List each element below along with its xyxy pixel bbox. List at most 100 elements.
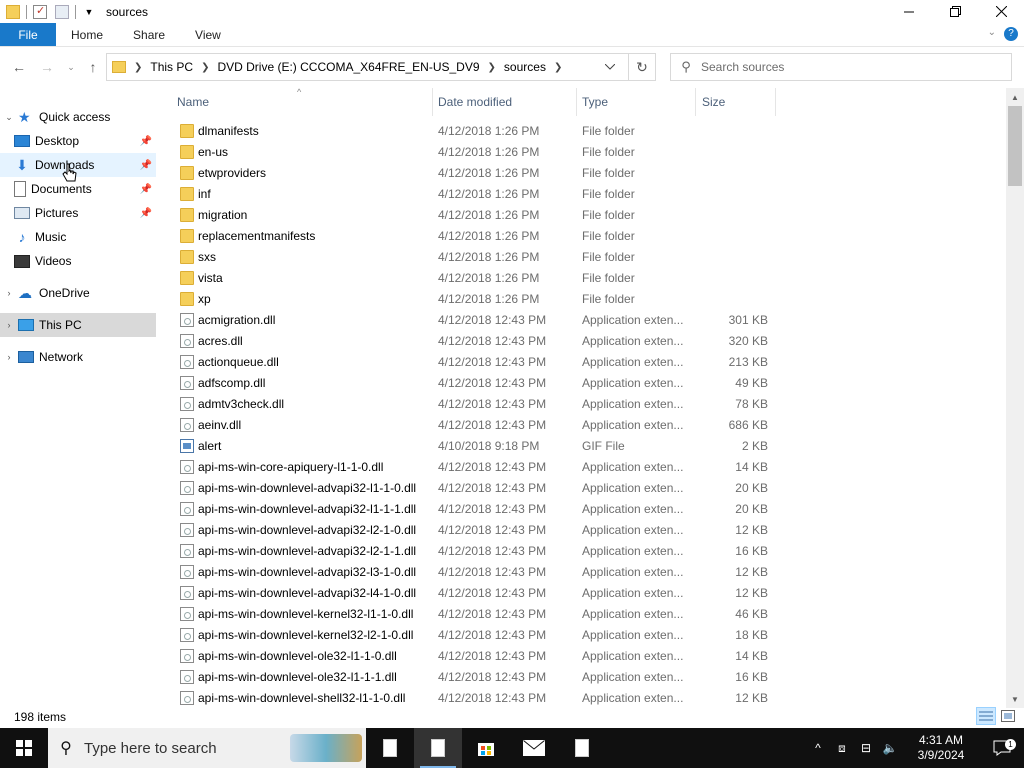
tab-file[interactable]: File: [0, 23, 56, 46]
table-row[interactable]: api-ms-win-downlevel-advapi32-l2-1-1.dll…: [160, 541, 1006, 562]
column-divider[interactable]: [432, 88, 433, 116]
table-row[interactable]: alert 4/10/2018 9:18 PM GIF File 2 KB: [160, 436, 1006, 457]
table-row[interactable]: api-ms-win-downlevel-kernel32-l1-1-0.dll…: [160, 604, 1006, 625]
nav-item-pictures[interactable]: Pictures 📌: [0, 201, 156, 225]
table-row[interactable]: acres.dll 4/12/2018 12:43 PM Application e…: [160, 331, 1006, 352]
dll-file-icon: [180, 628, 194, 642]
details-view-button[interactable]: [976, 707, 996, 725]
table-row[interactable]: api-ms-win-downlevel-advapi32-l1-1-0.dll…: [160, 478, 1006, 499]
refresh-button[interactable]: ↻: [628, 53, 656, 81]
dll-file-icon: [180, 691, 194, 705]
table-row[interactable]: api-ms-win-core-apiquery-l1-1-0.dll 4/12/…: [160, 457, 1006, 478]
table-row[interactable]: migration 4/12/2018 1:26 PM File folder: [160, 205, 1006, 226]
column-divider[interactable]: [775, 88, 776, 116]
tab-view[interactable]: View: [180, 23, 236, 46]
table-row[interactable]: api-ms-win-downlevel-advapi32-l4-1-0.dll…: [160, 583, 1006, 604]
collapsed-chevron-icon[interactable]: ›: [0, 352, 18, 362]
taskbar-app-mail[interactable]: [510, 728, 558, 768]
table-row[interactable]: acmigration.dll 4/12/2018 12:43 PM Applica…: [160, 310, 1006, 331]
nav-item-music[interactable]: ♪ Music: [0, 225, 156, 249]
table-row[interactable]: api-ms-win-downlevel-advapi32-l1-1-1.dll…: [160, 499, 1006, 520]
table-row[interactable]: admtv3check.dll 4/12/2018 12:43 PM Applica…: [160, 394, 1006, 415]
up-button[interactable]: ↑: [84, 57, 102, 77]
customize-toolbar-dropdown-icon[interactable]: ▼: [82, 5, 96, 19]
column-header-name[interactable]: Name: [177, 88, 209, 116]
scrollbar-thumb[interactable]: [1008, 106, 1022, 186]
expanded-chevron-icon[interactable]: ⌄: [0, 112, 18, 123]
table-row[interactable]: adfscomp.dll 4/12/2018 12:43 PM Applicatio…: [160, 373, 1006, 394]
file-type: File folder: [582, 292, 635, 306]
file-type: Application exten...: [582, 544, 684, 558]
file-name: api-ms-win-downlevel-advapi32-l3-1-0.dll: [198, 565, 417, 579]
nav-item-desktop[interactable]: Desktop 📌: [0, 129, 156, 153]
taskbar-app-store[interactable]: [462, 728, 510, 768]
table-row[interactable]: api-ms-win-downlevel-advapi32-l3-1-0.dll…: [160, 562, 1006, 583]
large-icons-view-button[interactable]: [998, 707, 1018, 725]
table-row[interactable]: inf 4/12/2018 1:26 PM File folder: [160, 184, 1006, 205]
clock[interactable]: 4:31 AM 3/9/2024: [902, 733, 980, 763]
back-button[interactable]: ←: [10, 57, 28, 77]
show-hidden-icons-icon[interactable]: ^: [806, 741, 830, 755]
table-row[interactable]: api-ms-win-downlevel-ole32-l1-1-0.dll 4/1…: [160, 646, 1006, 667]
address-history-dropdown[interactable]: [595, 54, 625, 80]
table-row[interactable]: dlmanifests 4/12/2018 1:26 PM File folder: [160, 121, 1006, 142]
column-header-type[interactable]: Type: [582, 88, 608, 116]
new-folder-icon[interactable]: [55, 4, 69, 19]
nav-item-network[interactable]: › Network: [0, 345, 156, 369]
help-icon[interactable]: ?: [1004, 27, 1018, 41]
table-row[interactable]: api-ms-win-downlevel-ole32-l1-1-1.dll 4/1…: [160, 667, 1006, 688]
table-row[interactable]: actionqueue.dll 4/12/2018 12:43 PM Applica…: [160, 352, 1006, 373]
breadcrumb-dvd-drive[interactable]: DVD Drive (E:) CCCOMA_X64FRE_EN-US_DV9: [211, 60, 485, 74]
up-arrow-icon: ↑: [89, 59, 97, 75]
nav-item-this-pc[interactable]: › This PC: [0, 313, 156, 337]
start-button[interactable]: [0, 728, 48, 768]
table-row[interactable]: api-ms-win-downlevel-advapi32-l2-1-0.dll…: [160, 520, 1006, 541]
column-divider[interactable]: [695, 88, 696, 116]
vertical-scrollbar[interactable]: ▲ ▼: [1006, 88, 1024, 708]
collapsed-chevron-icon[interactable]: ›: [0, 320, 18, 330]
camera-icon[interactable]: ⧈: [830, 741, 854, 756]
large-icons-view-icon: [1001, 710, 1015, 722]
breadcrumb-this-pc[interactable]: This PC: [144, 60, 199, 74]
table-row[interactable]: api-ms-win-downlevel-kernel32-l2-1-0.dll…: [160, 625, 1006, 646]
table-row[interactable]: vista 4/12/2018 1:26 PM File folder: [160, 268, 1006, 289]
maximize-button[interactable]: [932, 0, 978, 23]
nav-item-videos[interactable]: Videos: [0, 249, 156, 273]
column-header-size[interactable]: Size: [702, 88, 725, 116]
properties-icon[interactable]: ✓: [33, 4, 47, 19]
table-row[interactable]: etwproviders 4/12/2018 1:26 PM File folder: [160, 163, 1006, 184]
taskbar-app-file-explorer[interactable]: [414, 728, 462, 768]
nav-item-onedrive[interactable]: › ☁ OneDrive: [0, 281, 156, 305]
action-center-button[interactable]: 1: [980, 739, 1024, 756]
tab-share[interactable]: Share: [118, 23, 180, 46]
network-icon[interactable]: ⊟: [854, 741, 878, 755]
address-bar[interactable]: ❯ This PC ❯ DVD Drive (E:) CCCOMA_X64FRE…: [106, 53, 656, 81]
column-header-date[interactable]: Date modified: [438, 88, 512, 116]
column-divider[interactable]: [576, 88, 577, 116]
tab-home[interactable]: Home: [56, 23, 118, 46]
nav-item-quick-access[interactable]: ⌄ ★ Quick access: [0, 105, 156, 129]
documents-icon: [14, 181, 26, 197]
table-row[interactable]: api-ms-win-downlevel-shell32-l1-1-0.dll 4…: [160, 688, 1006, 708]
recent-locations-button[interactable]: ⌄: [62, 57, 80, 77]
table-row[interactable]: en-us 4/12/2018 1:26 PM File folder: [160, 142, 1006, 163]
table-row[interactable]: sxs 4/12/2018 1:26 PM File folder: [160, 247, 1006, 268]
table-row[interactable]: replacementmanifests 4/12/2018 1:26 PM Fil…: [160, 226, 1006, 247]
expand-ribbon-icon[interactable]: ⌄: [988, 27, 996, 41]
minimize-button[interactable]: [886, 0, 932, 23]
taskbar-app-notepad[interactable]: [366, 728, 414, 768]
breadcrumb-sources[interactable]: sources: [498, 60, 552, 74]
taskbar-app-document[interactable]: [558, 728, 606, 768]
file-size: 686 KB: [728, 418, 768, 432]
volume-muted-icon[interactable]: 🔈: [878, 741, 902, 755]
nav-item-downloads[interactable]: ⬇ Downloads 📌: [0, 153, 156, 177]
collapsed-chevron-icon[interactable]: ›: [0, 288, 18, 298]
table-row[interactable]: xp 4/12/2018 1:26 PM File folder: [160, 289, 1006, 310]
close-button[interactable]: [978, 0, 1024, 23]
scroll-up-button[interactable]: ▲: [1006, 88, 1024, 106]
nav-item-documents[interactable]: Documents 📌: [0, 177, 156, 201]
search-input[interactable]: ⚲ Search sources: [670, 53, 1012, 81]
taskbar-search-box[interactable]: ⚲ Type here to search: [48, 728, 366, 768]
table-row[interactable]: aeinv.dll 4/12/2018 12:43 PM Application e…: [160, 415, 1006, 436]
forward-button[interactable]: →: [38, 57, 56, 77]
